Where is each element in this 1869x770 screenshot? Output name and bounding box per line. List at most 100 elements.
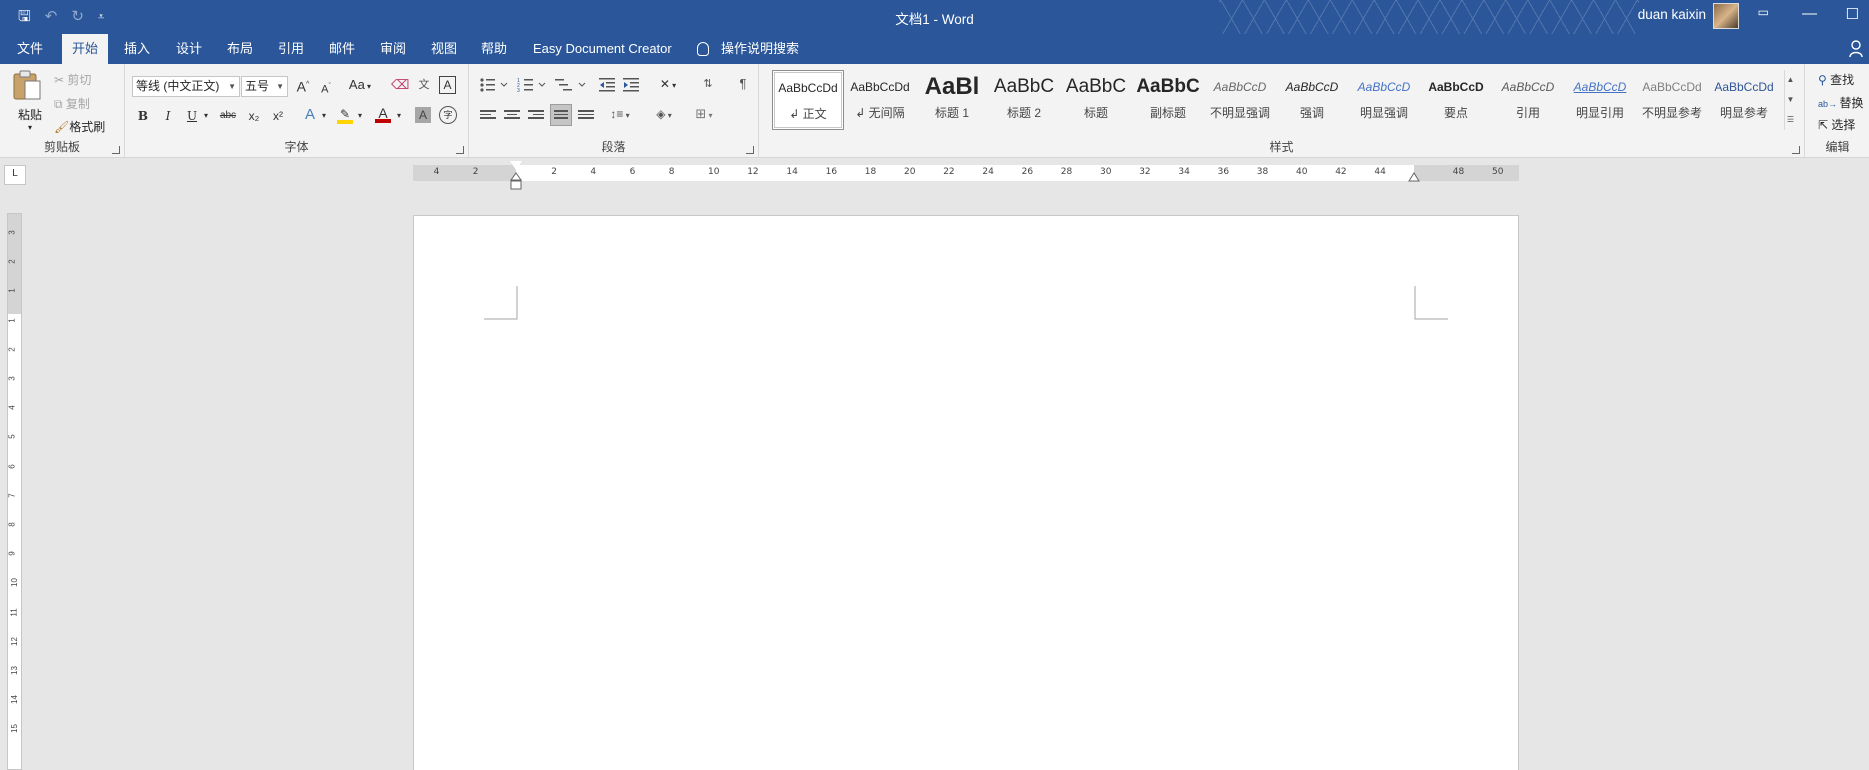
- font-size-select[interactable]: 五号 ▼: [241, 76, 288, 97]
- distributed-icon[interactable]: [578, 108, 594, 122]
- tab-references[interactable]: 引用: [268, 34, 314, 64]
- increase-indent-icon[interactable]: [623, 77, 641, 93]
- ribbon-display-options-icon[interactable]: ▭: [1758, 5, 1769, 19]
- tab-insert[interactable]: 插入: [114, 34, 160, 64]
- tab-file[interactable]: 文件: [7, 34, 53, 64]
- strikethrough-button[interactable]: abc: [217, 106, 239, 126]
- bold-button[interactable]: B: [135, 106, 151, 126]
- style-subtitle[interactable]: AaBbC 副标题: [1132, 70, 1204, 130]
- align-right-icon[interactable]: [528, 108, 544, 122]
- tell-me-search[interactable]: 操作说明搜索: [697, 34, 799, 64]
- ruler-tick-label: 13: [9, 666, 19, 675]
- style-heading-1[interactable]: AaBl 标题 1: [916, 70, 988, 130]
- right-indent-marker[interactable]: [1408, 172, 1420, 182]
- find-button[interactable]: ⚲ 查找: [1818, 71, 1854, 88]
- first-line-indent-marker[interactable]: [510, 161, 522, 170]
- style-emphasis[interactable]: AaBbCcD 强调: [1276, 70, 1348, 130]
- borders-icon[interactable]: ⊞ ▾: [689, 104, 719, 126]
- font-dialog-launcher-icon[interactable]: [456, 146, 464, 154]
- clipboard-dialog-launcher-icon[interactable]: [112, 146, 120, 154]
- show-hide-marks-icon[interactable]: ¶: [734, 74, 752, 94]
- paste-button[interactable]: 粘贴 ▾: [12, 69, 48, 141]
- style-name: 要点: [1443, 106, 1468, 120]
- subscript-button[interactable]: x₂: [245, 106, 263, 126]
- highlight-color-button[interactable]: ✎: [336, 104, 354, 126]
- style-gallery-scroll[interactable]: ▲ ▼ ☰: [1784, 70, 1796, 130]
- line-spacing-icon[interactable]: ↕≡ ▾: [605, 104, 635, 126]
- tab-design[interactable]: 设计: [166, 34, 212, 64]
- style-subtle-reference[interactable]: AaBbCcDd 不明显参考: [1636, 70, 1708, 130]
- replace-button[interactable]: ab→ 替换: [1818, 94, 1864, 111]
- minimize-icon[interactable]: —: [1802, 5, 1817, 22]
- tab-review[interactable]: 审阅: [370, 34, 416, 64]
- hanging-indent-marker[interactable]: [510, 172, 522, 190]
- tab-view[interactable]: 视图: [421, 34, 467, 64]
- tab-mailings[interactable]: 邮件: [319, 34, 365, 64]
- multilevel-list-icon[interactable]: [555, 77, 587, 93]
- decrease-indent-icon[interactable]: [599, 77, 617, 93]
- style-intense-quote[interactable]: AaBbCcD 明显引用: [1564, 70, 1636, 130]
- style-intense-emphasis[interactable]: AaBbCcD 明显强调: [1348, 70, 1420, 130]
- numbering-icon[interactable]: 123: [517, 77, 547, 93]
- style-heading-2[interactable]: AaBbC 标题 2: [988, 70, 1060, 130]
- highlight-swatch: [337, 120, 353, 124]
- grow-font-button[interactable]: A^: [294, 75, 312, 97]
- superscript-button[interactable]: x²: [269, 106, 287, 126]
- font-family-select[interactable]: 等线 (中文正文) ▼: [132, 76, 240, 97]
- chevron-down-icon[interactable]: ▾: [394, 106, 404, 126]
- chevron-down-icon[interactable]: ▾: [201, 106, 211, 126]
- format-painter-button[interactable]: 🖌格式刷: [54, 118, 105, 135]
- shrink-font-button[interactable]: Aˇ: [318, 77, 334, 100]
- chevron-down-icon[interactable]: ▾: [319, 106, 329, 126]
- tab-home[interactable]: 开始: [62, 34, 109, 64]
- tab-help[interactable]: 帮助: [471, 34, 517, 64]
- style-normal[interactable]: AaBbCcDd ↲ 正文: [772, 70, 844, 130]
- underline-button[interactable]: U: [184, 106, 200, 126]
- text-effects-icon[interactable]: A: [301, 105, 319, 125]
- style-subtle-emphasis[interactable]: AaBbCcD 不明显强调: [1204, 70, 1276, 130]
- enclose-characters-button[interactable]: 字: [439, 106, 457, 124]
- align-left-icon[interactable]: [480, 108, 496, 122]
- scroll-up-icon[interactable]: ▲: [1785, 70, 1796, 90]
- character-shading-button[interactable]: A: [415, 107, 431, 123]
- change-case-button[interactable]: Aa ▾: [345, 75, 375, 97]
- style-sample: AaBbCcDd: [850, 80, 910, 94]
- avatar[interactable]: [1713, 3, 1739, 29]
- chevron-down-icon[interactable]: ▾: [355, 106, 365, 126]
- style-intense-reference[interactable]: AaBbCcDd 明显参考: [1708, 70, 1780, 130]
- person-icon[interactable]: [1849, 40, 1863, 58]
- tab-layout[interactable]: 布局: [217, 34, 263, 64]
- style-name: 副标题: [1149, 106, 1186, 120]
- copy-button[interactable]: ⧉ 复制: [54, 95, 90, 112]
- style-no-spacing[interactable]: AaBbCcDd ↲ 无间隔: [844, 70, 916, 130]
- tab-easy-document-creator[interactable]: Easy Document Creator: [523, 34, 682, 64]
- font-color-button[interactable]: A: [374, 103, 392, 125]
- paragraph-dialog-launcher-icon[interactable]: [746, 146, 754, 154]
- style-strong[interactable]: AaBbCcD 要点: [1420, 70, 1492, 130]
- style-title[interactable]: AaBbC 标题: [1060, 70, 1132, 130]
- phonetic-guide-button[interactable]: 文: [415, 75, 433, 95]
- cut-button[interactable]: ✂ 剪切: [54, 71, 91, 88]
- bullets-icon[interactable]: [479, 77, 509, 93]
- shading-icon[interactable]: ◈ ▾: [649, 104, 679, 126]
- character-border-button[interactable]: A: [439, 76, 456, 94]
- select-button[interactable]: ⇱ 选择: [1818, 116, 1855, 133]
- more-styles-icon[interactable]: ☰: [1785, 110, 1796, 130]
- asian-layout-icon[interactable]: ✕ ▾: [653, 74, 683, 96]
- styles-dialog-launcher-icon[interactable]: [1792, 146, 1800, 154]
- justify-icon[interactable]: [550, 104, 572, 126]
- style-quote[interactable]: AaBbCcD 引用: [1492, 70, 1564, 130]
- user-name[interactable]: duan kaixin: [1638, 7, 1706, 22]
- maximize-icon[interactable]: ☐: [1846, 5, 1859, 23]
- italic-button[interactable]: I: [160, 106, 176, 126]
- align-center-icon[interactable]: [504, 108, 520, 122]
- clear-formatting-icon[interactable]: ⌫: [391, 75, 409, 95]
- scroll-down-icon[interactable]: ▼: [1785, 90, 1796, 110]
- enclose-characters-label: 字: [443, 110, 453, 120]
- paste-label: 粘贴: [17, 108, 42, 122]
- ruler-tick-label: 12: [9, 636, 19, 646]
- document-page[interactable]: [413, 215, 1519, 770]
- font-family-value: 等线 (中文正文): [136, 79, 220, 93]
- tab-selector[interactable]: L: [4, 165, 26, 185]
- sort-icon[interactable]: ⇅: [699, 74, 717, 94]
